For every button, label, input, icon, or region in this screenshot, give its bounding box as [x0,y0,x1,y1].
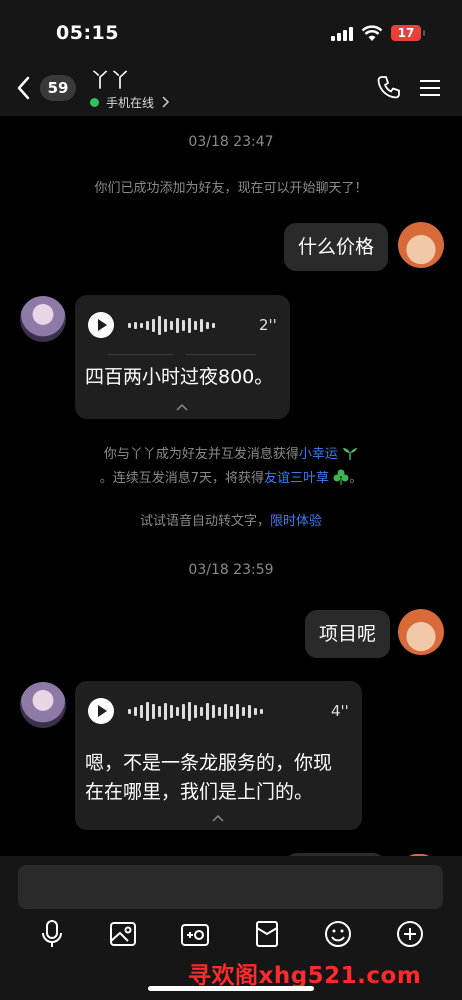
status-bar: 05:15 17 [0,0,462,58]
contact-avatar[interactable] [20,682,66,728]
my-avatar[interactable] [398,222,444,268]
phone-call-icon[interactable] [376,74,402,100]
emoji-icon[interactable] [323,919,353,949]
battery-indicator: 17 [391,25,421,41]
online-status-text: 手机在线 [106,95,155,110]
friendship-clover-link[interactable]: 友谊三叶草 [264,471,329,486]
message-input[interactable] [18,865,443,909]
battery-tip [423,30,425,36]
voice-duration: 2'' [259,316,277,334]
chevron-right-icon [162,96,170,108]
chat-header: 59 丫丫 手机在线 [0,58,462,116]
microphone-icon[interactable] [37,919,67,949]
collapse-caret-icon[interactable] [176,403,188,411]
voice-duration: 4'' [331,702,349,720]
contact-avatar[interactable] [20,296,66,342]
unread-count-badge[interactable]: 59 [40,75,76,101]
system-message-luck-2: 。连续互发消息7天，将获得友谊三叶草 。 [0,467,462,491]
system-message-friend-added: 你们已成功添加为好友，现在可以开始聊天了！ [94,181,368,196]
divider [108,354,173,355]
input-area: 寻欢阁xhg521.com [0,856,462,1000]
watermark: 寻欢阁xhg521.com [188,963,422,989]
voice-tip-text: 试试语音自动转文字， [139,514,270,529]
luck-text: 你与丫丫成为好友并互发消息获得 [103,447,299,462]
voice-transcript: 四百两小时过夜800。 [85,366,274,388]
message-timestamp: 03/18 23:59 [188,562,274,578]
trial-link[interactable]: 限时体验 [270,514,322,529]
chat-message-list[interactable]: 03/18 23:47 你们已成功添加为好友，现在可以开始聊天了！ 什么价格 2… [0,116,462,856]
system-message-voice-tip: 试试语音自动转文字，限时体验 [0,510,462,534]
menu-icon[interactable] [419,78,441,98]
voice-transcript-line-1: 嗯，不是一条龙服务的，你现 [85,752,333,774]
outgoing-message[interactable]: 什么价格 [284,223,389,271]
voice-waveform-icon [128,700,263,722]
voice-transcript-line-2: 在在哪里，我们是上门的。 [85,781,314,803]
image-icon[interactable] [108,919,138,949]
online-dot-icon [90,97,99,107]
back-icon[interactable] [14,76,34,100]
my-avatar[interactable] [398,609,444,655]
incoming-voice-message[interactable]: 4'' 嗯，不是一条龙服务的，你现 在在哪里，我们是上门的。 [75,681,362,830]
play-voice-button[interactable] [88,312,114,338]
plus-icon[interactable] [395,919,425,949]
home-indicator[interactable] [148,986,314,991]
camera-icon[interactable] [180,919,210,949]
system-message-luck: 你与丫丫成为好友并互发消息获得小幸运 [0,443,462,467]
little-luck-link[interactable]: 小幸运 [299,447,338,462]
luck-text-2: 。连续互发消息7天，将获得 [99,471,265,486]
signal-icon [331,27,353,41]
red-packet-icon[interactable] [252,919,282,949]
clover-icon [333,469,349,485]
play-voice-button[interactable] [88,698,114,724]
outgoing-message[interactable]: 项目呢 [305,610,391,658]
contact-name[interactable]: 丫丫 [90,64,130,93]
divider [186,354,256,355]
message-timestamp: 03/18 23:47 [188,134,274,150]
incoming-voice-message[interactable]: 2'' 四百两小时过夜800。 [75,295,290,419]
collapse-caret-icon[interactable] [212,814,224,822]
online-status[interactable]: 手机在线 [90,94,170,110]
luck-text-suffix: 。 [349,471,363,486]
voice-waveform-icon [128,314,215,336]
sprout-icon [343,448,358,460]
wifi-icon [362,25,382,41]
status-time: 05:15 [56,22,119,44]
